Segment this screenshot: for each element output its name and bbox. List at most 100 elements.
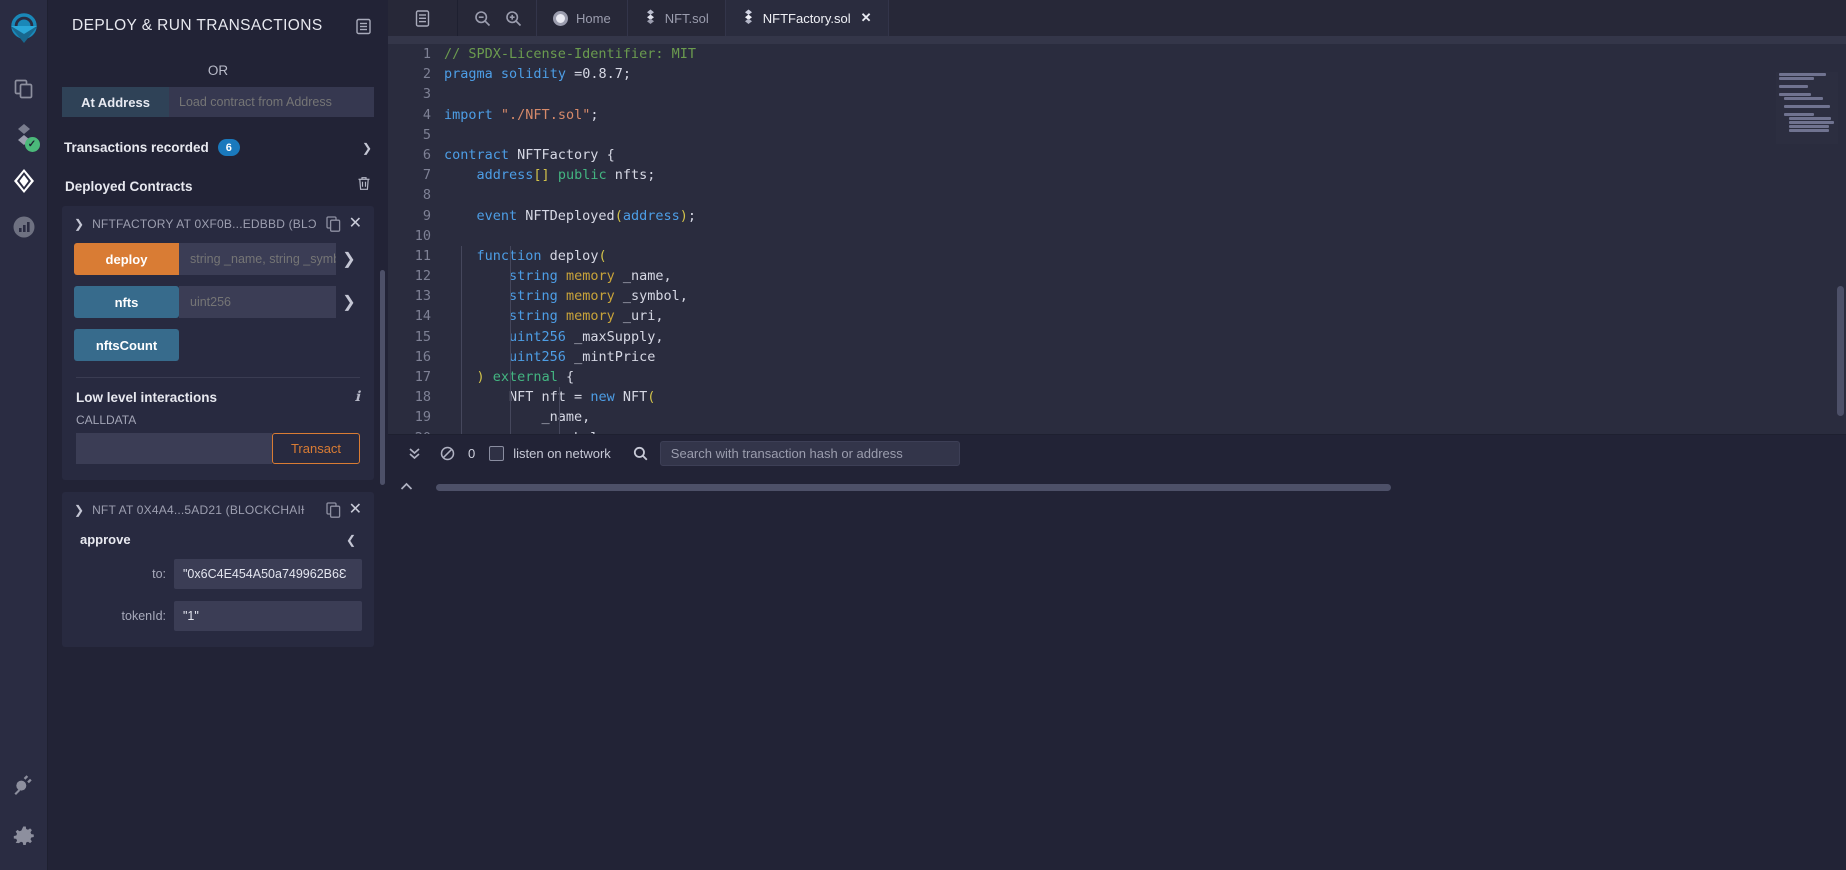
- chevron-down-icon[interactable]: ❯: [362, 141, 372, 155]
- tab-home[interactable]: Home: [537, 0, 628, 36]
- minimap-line: [1788, 121, 1834, 124]
- panel-scrollbar[interactable]: [380, 270, 385, 485]
- search-icon[interactable]: [633, 446, 648, 461]
- chevron-up-icon[interactable]: ❮: [346, 533, 356, 547]
- code-line: address[] public nfts;: [476, 167, 656, 184]
- pending-transactions-count: 0: [468, 446, 476, 461]
- chevron-down-icon[interactable]: ❯: [336, 286, 362, 318]
- page-title: DEPLOY & RUN TRANSACTIONS: [72, 17, 323, 34]
- chevron-down-icon[interactable]: ❯: [74, 503, 84, 517]
- line-number: 8: [422, 187, 431, 204]
- deploy-run-icon[interactable]: [2, 158, 46, 204]
- param-input-to[interactable]: [174, 559, 362, 589]
- chevron-down-icon[interactable]: ❯: [336, 243, 362, 275]
- minimap-line: [1783, 105, 1831, 108]
- line-number: 13: [414, 288, 431, 305]
- nfts-function-button[interactable]: nfts: [74, 286, 179, 318]
- contract-card-header[interactable]: ❯ NFT AT 0X4A4...5AD21 (BLOCKCHAIƗ ✕: [74, 502, 362, 518]
- transactions-recorded-row[interactable]: Transactions recorded 6 ❯: [62, 139, 374, 156]
- approve-function-header[interactable]: approve ❮: [74, 532, 362, 547]
- minimap-line: [1779, 85, 1808, 88]
- plugin-manager-icon[interactable]: [2, 758, 46, 810]
- zoom-out-icon[interactable]: [474, 10, 491, 27]
- toggle-panel-icon[interactable]: [388, 0, 458, 36]
- copy-icon[interactable]: [325, 216, 341, 232]
- settings-icon[interactable]: [2, 810, 46, 862]
- deploy-function-button[interactable]: deploy: [74, 243, 179, 275]
- or-label: OR: [207, 63, 229, 78]
- editor-vertical-scrollbar[interactable]: [1837, 286, 1844, 416]
- compile-success-badge: ✓: [24, 137, 40, 152]
- code-line: event NFTDeployed(address);: [476, 207, 697, 224]
- low-level-interactions-label: Low level interactions: [76, 390, 218, 405]
- line-number: 7: [422, 167, 431, 184]
- chevrons-down-icon[interactable]: [398, 446, 431, 461]
- info-icon[interactable]: ℹ: [355, 389, 360, 406]
- code-line: string memory _uri,: [509, 308, 664, 325]
- chevron-up-icon[interactable]: [400, 478, 413, 496]
- minimap-line: [1788, 117, 1831, 120]
- clear-console-icon[interactable]: [431, 446, 464, 461]
- divider: [76, 377, 360, 378]
- home-icon: [553, 10, 568, 26]
- line-number: 20: [388, 428, 431, 434]
- nfts-params-input[interactable]: [179, 286, 336, 318]
- debugger-icon[interactable]: [2, 204, 46, 250]
- code-line: ) external {: [476, 369, 575, 385]
- tab-label: Home: [576, 10, 611, 26]
- editor-tabbar: Home NFT.sol NFTFactory.sol ✕: [388, 0, 1846, 36]
- contract-address-label: NFT AT 0X4A4...5AD21 (BLOCKCHAIƗ: [92, 503, 305, 517]
- panel-body: OR At Address Transactions recorded 6 ❯ …: [48, 63, 388, 647]
- listen-on-network-checkbox[interactable]: [489, 446, 505, 461]
- transactions-recorded-left: Transactions recorded 6: [64, 139, 240, 156]
- code-line: string memory _symbol,: [509, 288, 688, 305]
- editor-area: Home NFT.sol NFTFactory.sol ✕ 1 2 3 4 5 …: [388, 0, 1846, 870]
- solidity-compiler-icon[interactable]: ✓: [2, 112, 46, 158]
- code-editor[interactable]: 1234567891011121314151617181920212223242…: [388, 36, 1846, 434]
- tab-label: NFTFactory.sol: [762, 10, 851, 26]
- at-address-button[interactable]: At Address: [62, 87, 169, 117]
- listen-on-network-label: listen on network: [513, 446, 611, 461]
- line-number: 16: [414, 348, 431, 365]
- contract-card-header[interactable]: ❯ NFTFACTORY AT 0XF0B...EDBBD (BLƆ ✕: [74, 216, 362, 232]
- code-line: uint256 _maxSupply,: [509, 328, 664, 345]
- tab-nftfactory-sol[interactable]: NFTFactory.sol ✕: [725, 0, 889, 36]
- deploy-params-input[interactable]: [179, 243, 336, 275]
- icon-rail: ✓: [0, 0, 48, 870]
- rail-bottom-group: [0, 758, 48, 862]
- code-lines[interactable]: // SPDX-License-Identifier: MIT pragma so…: [444, 44, 1846, 434]
- minimap-line: [1783, 113, 1814, 116]
- at-address-row: At Address: [62, 87, 374, 117]
- param-input-tokenid[interactable]: [174, 601, 362, 631]
- tab-nft-sol[interactable]: NFT.sol: [628, 0, 726, 36]
- line-number: 14: [414, 308, 431, 325]
- line-number: 19: [414, 409, 431, 426]
- nftscount-function-button[interactable]: nftsCount: [74, 329, 179, 361]
- remix-ide-window: ✓ DEPLOY & RUN TRANSACTIONS OR At Addres…: [0, 0, 1846, 870]
- file-explorer-icon[interactable]: [2, 66, 46, 112]
- code-line: contract NFTFactory {: [444, 146, 615, 163]
- remix-logo-icon[interactable]: [2, 8, 46, 52]
- chevron-down-icon[interactable]: ❯: [74, 217, 84, 231]
- code-line: function deploy(: [477, 247, 607, 264]
- calldata-input[interactable]: [76, 433, 272, 464]
- zoom-in-icon[interactable]: [505, 10, 522, 27]
- transactions-recorded-badge: 6: [217, 139, 240, 156]
- transact-button[interactable]: Transact: [272, 433, 360, 464]
- copy-icon[interactable]: [325, 502, 341, 518]
- terminal-search-input[interactable]: [659, 441, 960, 466]
- clear-deployed-trash-icon[interactable]: [357, 176, 371, 196]
- code-minimap[interactable]: [1776, 72, 1838, 144]
- solidity-file-icon: [644, 9, 657, 27]
- close-icon[interactable]: ✕: [861, 10, 872, 26]
- deployed-contracts-label: Deployed Contracts: [65, 178, 193, 194]
- terminal-horizontal-scrollbar[interactable]: [436, 484, 1391, 491]
- line-number: 4: [422, 106, 431, 123]
- at-address-input[interactable]: [169, 87, 374, 117]
- panel-menu-icon[interactable]: [355, 18, 372, 35]
- param-row: to:: [74, 559, 362, 589]
- close-contract-icon[interactable]: ✕: [349, 502, 362, 518]
- deployed-contract-card: ❯ NFTFACTORY AT 0XF0B...EDBBD (BLƆ ✕ dep…: [62, 206, 374, 480]
- close-contract-icon[interactable]: ✕: [349, 216, 362, 232]
